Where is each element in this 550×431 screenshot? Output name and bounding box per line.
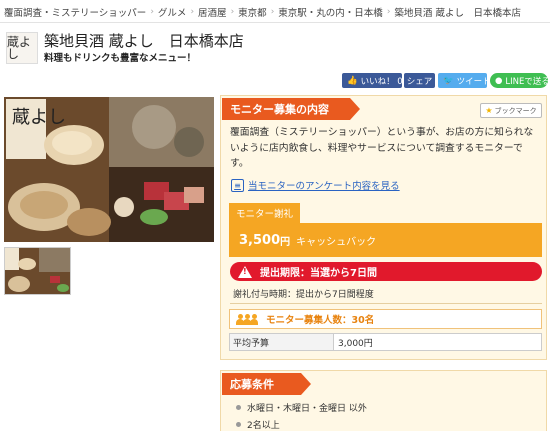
- monitor-description: 覆面調査（ミステリーショッパー）という事が、お店の方に知られないように店内飲食し…: [230, 127, 534, 169]
- document-icon: ≡: [231, 178, 244, 192]
- bookmark-label: ブックマーク: [494, 106, 537, 115]
- reward-tab: モニター謝礼: [229, 203, 300, 223]
- facebook-like-button[interactable]: 👍 いいね！ 0: [342, 73, 403, 88]
- twitter-bird-icon: 🐦: [443, 75, 454, 86]
- thumbs-up-icon: 👍: [347, 75, 358, 86]
- thumbnail-image: [5, 248, 70, 294]
- share-label: シェア: [406, 76, 433, 87]
- warning-icon: [238, 265, 252, 278]
- food-photo-image: 蔵よし: [4, 97, 214, 242]
- breadcrumb: 覆面調査・ミステリーショッパー › グルメ › 居酒屋 › 東京都 › 東京駅・…: [4, 4, 546, 20]
- chevron-right-icon: ›: [386, 7, 391, 17]
- section-divider: [230, 303, 542, 304]
- tweet-button[interactable]: 🐦 ツイート: [438, 73, 491, 88]
- reward-bar: 3,500 円 キャッシュバック: [229, 223, 542, 257]
- chevron-right-icon: ›: [270, 7, 275, 17]
- chevron-right-icon: ›: [230, 7, 235, 17]
- reward-currency: 円: [280, 236, 291, 248]
- reward-amount: 3,500: [239, 232, 281, 248]
- deadline-text: 提出期限：当選から7日間: [260, 268, 377, 279]
- tweet-label: ツイート: [456, 76, 491, 87]
- photo-thumbnail[interactable]: [4, 247, 71, 295]
- star-icon: ★: [485, 106, 493, 115]
- list-item: 2名以上: [236, 418, 280, 431]
- deadline-badge: 提出期限：当選から7日間: [230, 262, 542, 281]
- budget-value: 3,000円: [338, 338, 373, 349]
- breadcrumb-divider: [0, 22, 550, 23]
- chevron-right-icon: ›: [150, 7, 154, 17]
- breadcrumb-item-tokyo[interactable]: 東京都: [238, 5, 267, 19]
- reward-type: キャッシュバック: [296, 236, 377, 248]
- breadcrumb-item-shop: 築地貝酒 蔵よし 日本橋本店: [394, 8, 521, 19]
- shop-subtitle: 料理もドリンクも豊富なメニュー！: [44, 53, 197, 64]
- facebook-share-button[interactable]: シェア: [404, 73, 435, 88]
- breadcrumb-item-area[interactable]: 東京駅・丸の内・日本橋: [278, 5, 383, 19]
- reward-timing: 謝礼付与時期：提出から7日間程度: [233, 290, 374, 300]
- monitor-heading: モニター募集の内容: [222, 98, 360, 120]
- recruit-count-box: モニター募集人数：30名: [229, 309, 542, 329]
- budget-table: 平均予算 3,000円: [229, 333, 542, 351]
- bookmark-button[interactable]: ★ ブックマーク: [480, 103, 542, 118]
- list-item: 水曜日・木曜日・金曜日 以外: [236, 401, 367, 414]
- recruit-count-text: モニター募集人数：30名: [266, 315, 375, 326]
- conditions-heading: 応募条件: [222, 373, 311, 395]
- budget-label: 平均予算: [230, 334, 334, 350]
- line-share-button[interactable]: ● LINEで送る: [490, 73, 550, 88]
- line-label: LINEで送る: [505, 76, 550, 87]
- main-photo-sign-text: 蔵よし: [12, 107, 66, 128]
- survey-link[interactable]: ≡ 当モニターのアンケート内容を見る: [231, 178, 400, 192]
- like-label: いいね！ 0: [360, 76, 403, 87]
- chevron-right-icon: ›: [190, 7, 195, 17]
- breadcrumb-item-gourmet[interactable]: グルメ: [158, 5, 187, 19]
- people-icon: [236, 313, 258, 325]
- page-title: 築地貝酒 蔵よし 日本橋本店: [44, 32, 244, 50]
- line-chat-icon: ●: [495, 75, 503, 86]
- survey-link-label: 当モニターのアンケート内容を見る: [248, 181, 400, 192]
- breadcrumb-item-category[interactable]: 覆面調査・ミステリーショッパー: [4, 5, 146, 19]
- shop-logo: 蔵よし: [6, 32, 38, 64]
- main-photo[interactable]: 蔵よし: [4, 97, 214, 242]
- breadcrumb-item-izakaya[interactable]: 居酒屋: [198, 5, 227, 19]
